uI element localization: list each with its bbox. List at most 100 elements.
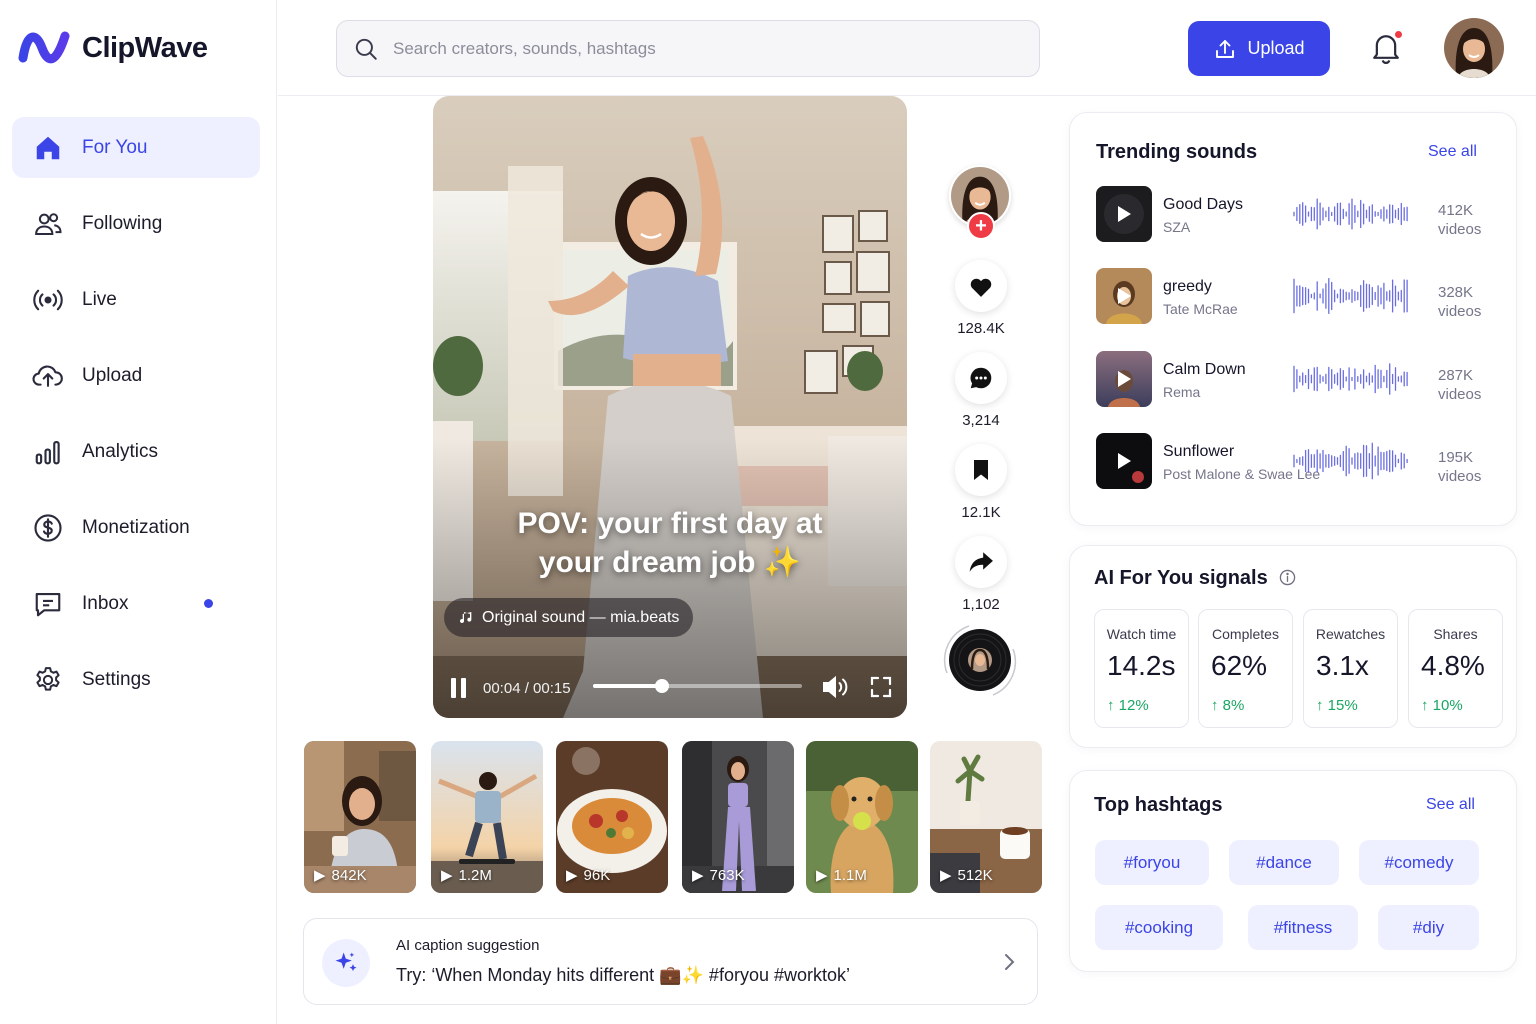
view-count: ▶ 1.1M xyxy=(816,866,867,885)
hashtag-chip[interactable]: #fitness xyxy=(1248,905,1358,950)
fullscreen-icon[interactable] xyxy=(870,676,892,698)
signal-label: Watch time xyxy=(1106,626,1177,642)
sidebar-item-analytics[interactable]: Analytics xyxy=(12,421,260,482)
sidebar: ClipWave For You Following Live Upload A… xyxy=(0,0,277,1024)
progress-knob[interactable] xyxy=(654,679,669,693)
ai-caption-suggestion[interactable]: AI caption suggestion Try: ‘When Monday … xyxy=(303,918,1038,1005)
comment-button[interactable] xyxy=(955,352,1007,404)
play-icon[interactable] xyxy=(1096,186,1152,242)
hashtag-chip[interactable]: #foryou xyxy=(1095,840,1209,885)
brand-logo[interactable]: ClipWave xyxy=(18,30,208,66)
video-thumbnail[interactable]: ▶ 763K xyxy=(682,741,794,893)
ai-signals-card: AI For You signals Watch time 14.2s ↑ 12… xyxy=(1069,545,1517,748)
ai-signals-title: AI For You signals xyxy=(1094,567,1296,590)
share-button[interactable] xyxy=(955,536,1007,588)
original-sound-pill[interactable]: Original sound — mia.beats xyxy=(444,598,694,637)
progress-bar[interactable] xyxy=(593,679,802,693)
trending-sound-row[interactable]: Calm Down Rema 287K videos xyxy=(1096,351,1486,409)
sidebar-item-label: Upload xyxy=(82,364,143,386)
sidebar-item-monetization[interactable]: Monetization xyxy=(12,497,260,558)
play-icon[interactable] xyxy=(1096,268,1152,324)
play-icon[interactable] xyxy=(1096,433,1152,489)
hashtag-chip[interactable]: #dance xyxy=(1229,840,1339,885)
info-icon[interactable] xyxy=(1279,569,1296,586)
comment-action: 3,214 xyxy=(940,352,1022,429)
hashtags-see-all-link[interactable]: See all xyxy=(1426,796,1475,814)
trending-sound-row[interactable]: greedy Tate McRae 328K videos xyxy=(1096,268,1486,326)
signal-completes: Completes 62% ↑ 8% xyxy=(1198,609,1293,728)
trending-sounds-title: Trending sounds xyxy=(1096,141,1258,163)
search-input[interactable] xyxy=(393,38,993,59)
video-thumbnail[interactable]: ▶ 1.2M xyxy=(431,741,543,893)
hashtag-chip[interactable]: #diy xyxy=(1378,905,1479,950)
video-player[interactable]: POV: your first day at your dream job ✨ … xyxy=(433,96,907,718)
search-icon xyxy=(355,38,377,60)
sound-usage-count: 195K videos xyxy=(1438,449,1482,485)
sidebar-item-label: Live xyxy=(82,288,117,310)
wave-logo-icon xyxy=(18,31,70,64)
sound-disc[interactable] xyxy=(943,625,1019,699)
volume-icon[interactable] xyxy=(821,674,851,700)
trending-sound-row[interactable]: Sunflower Post Malone & Swae Lee 195K vid… xyxy=(1096,433,1486,491)
hashtag-chip[interactable]: #comedy xyxy=(1359,840,1479,885)
chevron-right-icon[interactable] xyxy=(1003,952,1017,972)
like-action: 128.4K xyxy=(940,260,1022,337)
broadcast-icon xyxy=(32,284,64,316)
save-button[interactable] xyxy=(955,444,1007,496)
sidebar-item-label: Settings xyxy=(82,668,151,690)
sidebar-item-for-you[interactable]: For You xyxy=(12,117,260,178)
notifications-button[interactable] xyxy=(1370,29,1404,67)
upload-button-label: Upload xyxy=(1247,38,1305,58)
video-thumbnail[interactable]: ▶ 96K xyxy=(556,741,668,893)
sidebar-item-live[interactable]: Live xyxy=(12,269,260,330)
dollar-icon xyxy=(32,512,64,544)
sound-usage-count: 287K videos xyxy=(1438,367,1482,403)
sidebar-item-upload[interactable]: Upload xyxy=(12,345,260,406)
signal-label: Completes xyxy=(1212,626,1279,642)
follow-button[interactable]: + xyxy=(967,212,995,240)
signal-delta: ↑ 8% xyxy=(1211,697,1245,714)
hashtag-chip[interactable]: #cooking xyxy=(1095,905,1223,950)
sound-pill-label: Original sound — mia.beats xyxy=(482,608,680,626)
sidebar-item-inbox[interactable]: Inbox xyxy=(12,573,260,634)
sound-title: greedy xyxy=(1163,278,1212,295)
video-thumbnail[interactable]: ▶ 512K xyxy=(930,741,1042,893)
comment-count: 3,214 xyxy=(962,412,1000,429)
share-count: 1,102 xyxy=(962,596,1000,613)
trending-see-all-link[interactable]: See all xyxy=(1428,143,1477,161)
cloud-upload-icon xyxy=(32,360,64,392)
home-icon xyxy=(32,132,64,164)
upload-button[interactable]: Upload xyxy=(1188,21,1330,76)
waveform xyxy=(1293,198,1408,230)
like-button[interactable] xyxy=(955,260,1007,312)
sidebar-item-following[interactable]: Following xyxy=(12,193,260,254)
signal-value: 4.8% xyxy=(1421,650,1485,681)
view-count: ▶ 512K xyxy=(940,866,993,885)
sound-usage-count: 412K videos xyxy=(1438,202,1482,238)
video-controls: 00:04 / 00:15 xyxy=(433,668,907,708)
trending-sound-row[interactable]: Good Days SZA 412K videos xyxy=(1096,186,1486,244)
sidebar-item-label: Analytics xyxy=(82,440,159,462)
signal-delta: ↑ 15% xyxy=(1316,697,1358,714)
heart-icon xyxy=(970,278,992,297)
video-thumbnail[interactable]: ▶ 842K xyxy=(304,741,416,893)
signal-label: Rewatches xyxy=(1315,626,1386,642)
related-videos: ▶ 842K ▶ 1.2M ▶ 96K ▶ 763K ▶ 1.1M ▶ 512K xyxy=(304,741,1042,893)
play-icon[interactable] xyxy=(1096,351,1152,407)
sidebar-item-settings[interactable]: Settings xyxy=(12,649,260,710)
signal-value: 62% xyxy=(1211,650,1268,681)
waveform xyxy=(1293,363,1408,395)
message-icon xyxy=(32,588,64,620)
top-bar: Upload xyxy=(278,0,1536,96)
pause-icon[interactable] xyxy=(449,677,469,699)
sound-usage-count: 328K videos xyxy=(1438,284,1482,320)
view-count: ▶ 1.2M xyxy=(441,866,492,885)
top-hashtags-title: Top hashtags xyxy=(1094,794,1223,816)
sound-title: Good Days xyxy=(1163,196,1244,213)
sidebar-item-label: For You xyxy=(82,136,148,158)
bar-chart-icon xyxy=(32,436,64,468)
user-avatar[interactable] xyxy=(1444,18,1504,78)
search-bar[interactable] xyxy=(336,20,1040,77)
video-thumbnail[interactable]: ▶ 1.1M xyxy=(806,741,918,893)
share-arrow-icon xyxy=(969,552,993,572)
